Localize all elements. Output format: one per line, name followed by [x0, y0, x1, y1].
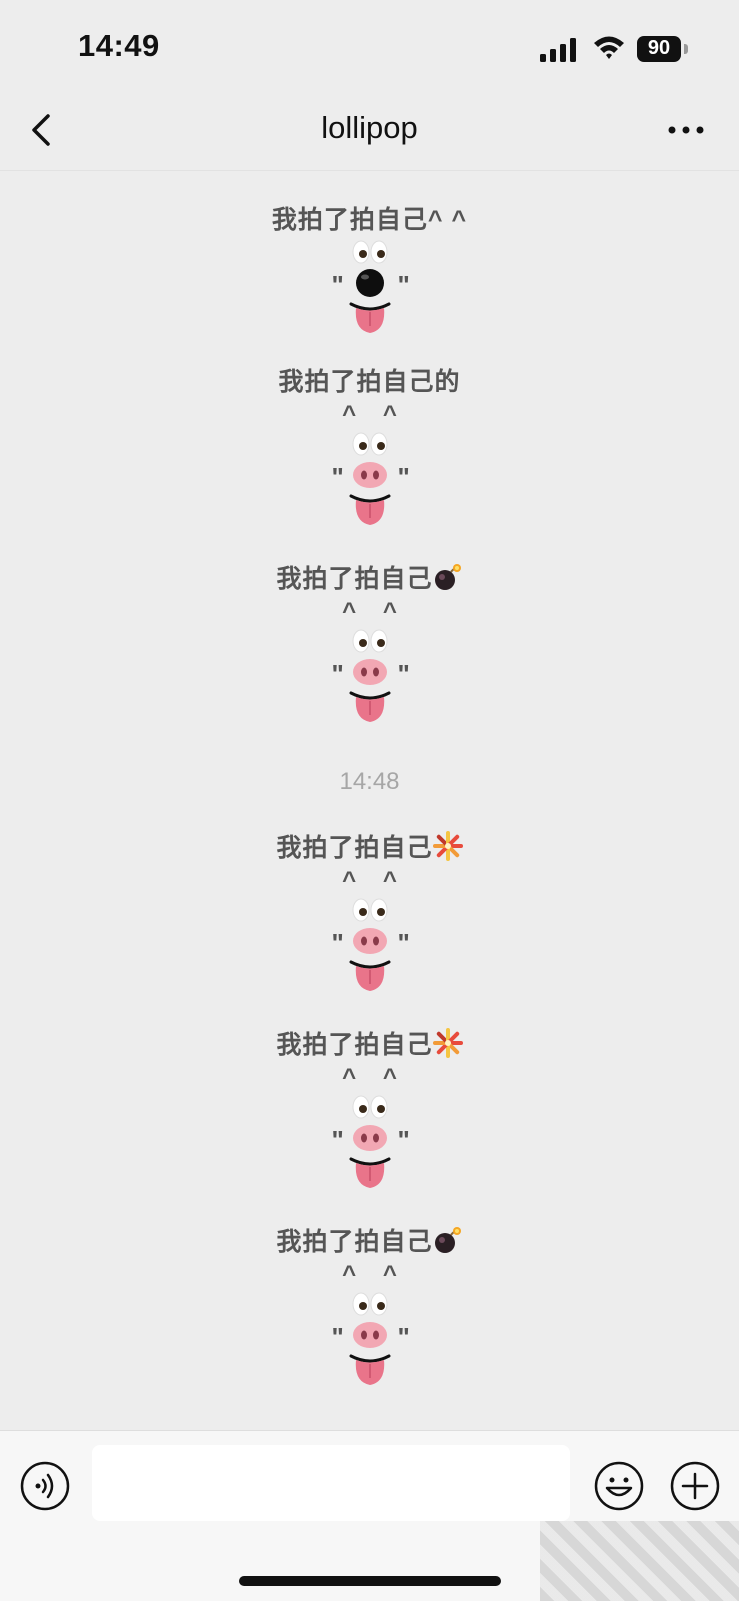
system-message: 我拍了拍自己^ ^""	[0, 561, 739, 727]
more-actions-button[interactable]	[670, 1461, 720, 1511]
voice-input-button[interactable]	[20, 1461, 70, 1511]
emoji-face: " "	[310, 430, 430, 530]
pat-message-text: 我拍了拍自己的	[0, 364, 739, 400]
pig-nose-icon	[352, 462, 387, 488]
caret-ears: ^ ^	[342, 867, 407, 894]
caret-ears: ^ ^	[342, 1261, 407, 1288]
eyes-icon	[352, 432, 387, 456]
status-time: 14:49	[78, 28, 160, 63]
pat-message-text: 我拍了拍自己	[0, 1027, 739, 1063]
system-message: 我拍了拍自己的 ^ ^ " "	[0, 364, 739, 530]
pig-nose-icon	[352, 1125, 387, 1151]
chat-area[interactable]: 我拍了拍自己^ ^ " " 我拍了拍自己的 ^ ^ " " 我拍了拍自己 ^ ^ " " 14:48 我…	[0, 170, 739, 1430]
chat-header: lollipop	[0, 96, 739, 171]
bomb-icon	[434, 1227, 461, 1253]
emoji-face: " "	[310, 1093, 430, 1193]
battery-icon: 90	[637, 36, 689, 62]
quote-mark: "	[331, 659, 344, 689]
home-indicator[interactable]	[239, 1576, 501, 1586]
blurred-region	[540, 1521, 739, 1601]
caret-ears: ^ ^	[342, 598, 407, 625]
eyes-icon	[352, 629, 387, 653]
caret-ears: ^ ^	[342, 1064, 407, 1091]
pat-text: 我拍了拍自己	[276, 834, 433, 862]
cellular-signal-icon	[540, 38, 576, 62]
black-ball-icon	[355, 269, 384, 297]
quote-mark: "	[331, 270, 344, 300]
quote-mark: "	[331, 462, 344, 492]
pat-text: 我拍了拍自己的	[278, 368, 461, 396]
emoji-face: " "	[310, 238, 430, 338]
system-message: 我拍了拍自己^ ^""	[0, 1027, 739, 1193]
pat-text: 我拍了拍自己	[276, 1228, 433, 1256]
more-options-button[interactable]	[664, 110, 708, 150]
eyes-icon	[352, 1292, 387, 1316]
emoji-face: " "	[310, 1290, 430, 1390]
eyes-icon	[352, 240, 387, 264]
quote-mark: "	[397, 928, 410, 958]
pat-message-text: 我拍了拍自己	[0, 830, 739, 866]
quote-mark: "	[331, 1125, 344, 1155]
pat-text: 我拍了拍自己	[276, 565, 433, 593]
tongue-mouth-icon	[349, 1157, 390, 1188]
status-bar: 14:49 90	[0, 0, 739, 96]
pat-message-text: 我拍了拍自己	[0, 561, 739, 597]
system-message: 我拍了拍自己^ ^""	[0, 830, 739, 996]
firecracker-icon	[432, 1028, 463, 1058]
tongue-mouth-icon	[349, 960, 390, 991]
system-message: 我拍了拍自己^ ^""	[0, 202, 739, 338]
message-input[interactable]	[92, 1445, 570, 1521]
pig-nose-icon	[352, 1322, 387, 1348]
quote-mark: "	[331, 1322, 344, 1352]
quote-mark: "	[331, 928, 344, 958]
battery-level: 90	[647, 37, 671, 59]
eyes-icon	[352, 898, 387, 922]
emoji-button[interactable]	[594, 1461, 644, 1511]
tongue-mouth-icon	[349, 691, 390, 722]
pat-message-text: 我拍了拍自己^ ^	[0, 202, 739, 238]
pig-nose-icon	[352, 659, 387, 685]
input-bar	[0, 1430, 739, 1601]
pig-nose-icon	[352, 928, 387, 954]
bomb-icon	[434, 564, 461, 590]
pat-message-text: 我拍了拍自己	[0, 1224, 739, 1260]
quote-mark: "	[397, 1125, 410, 1155]
emoji-face: " "	[310, 627, 430, 727]
wifi-icon	[594, 36, 624, 59]
tongue-mouth-icon	[349, 494, 390, 525]
eyes-icon	[352, 1095, 387, 1119]
quote-mark: "	[397, 462, 410, 492]
caret-ears: ^ ^	[342, 401, 407, 428]
firecracker-icon	[432, 831, 463, 861]
pat-text: 我拍了拍自己	[276, 1031, 433, 1059]
chat-title: lollipop	[321, 110, 418, 145]
quote-mark: "	[397, 270, 410, 300]
tongue-mouth-icon	[349, 302, 390, 333]
system-message: 我拍了拍自己^ ^""	[0, 1224, 739, 1390]
quote-mark: "	[397, 659, 410, 689]
chat-timestamp: 14:48	[339, 768, 400, 795]
emoji-face: " "	[310, 896, 430, 996]
quote-mark: "	[397, 1322, 410, 1352]
tongue-mouth-icon	[349, 1354, 390, 1385]
pat-text: 我拍了拍自己^ ^	[271, 206, 468, 234]
